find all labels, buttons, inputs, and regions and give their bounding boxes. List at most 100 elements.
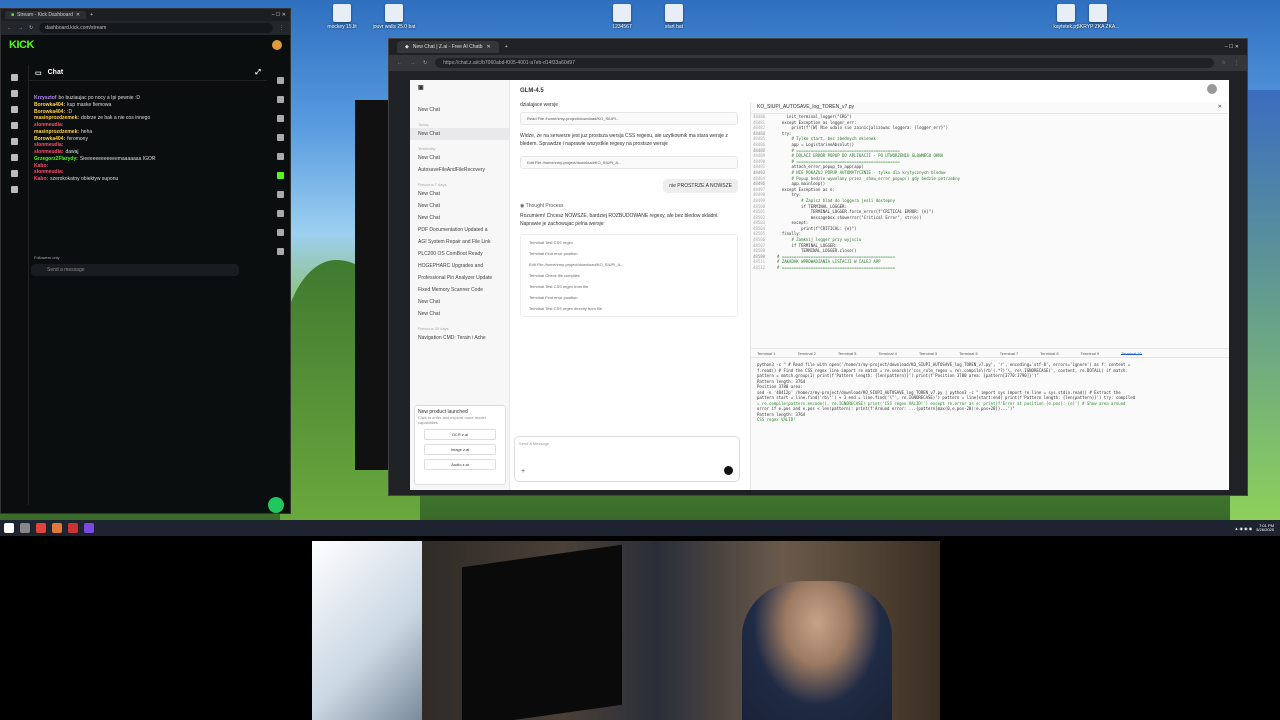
history-item[interactable]: Navigation CMD: Terain i Ache bbox=[410, 332, 509, 344]
window-controls[interactable]: – ☐ ✕ bbox=[1225, 44, 1239, 50]
code-editor[interactable]: 48480 init_terminal_logger("CRG") 48481 e… bbox=[751, 114, 1221, 350]
kick-dashboard-window[interactable]: ■ Stream - Kick Dashboard ✕ + – ☐ ✕ ← → ↻ da… bbox=[0, 8, 291, 514]
community-icon[interactable] bbox=[11, 170, 18, 177]
chat-username[interactable]: slonmeudia: bbox=[34, 142, 63, 148]
chat-username[interactable]: masinprozdzemek: bbox=[34, 129, 79, 135]
window-controls[interactable]: – ☐ ✕ bbox=[272, 12, 286, 18]
desktop-icon[interactable]: mockey 15.lit bbox=[320, 4, 364, 30]
thought-process-toggle[interactable]: ◉ Thought Process bbox=[520, 203, 738, 209]
kick-logo[interactable]: KICK bbox=[9, 39, 34, 51]
history-item[interactable]: PLC200 OS ComBoot Ready bbox=[410, 248, 509, 260]
new-tab-icon[interactable]: + bbox=[505, 44, 508, 50]
history-item[interactable]: AutosaveFileAndFileRecovery bbox=[410, 164, 509, 176]
monetize-icon[interactable] bbox=[11, 154, 18, 161]
analytics-icon[interactable] bbox=[11, 106, 18, 113]
attach-icon[interactable]: + bbox=[521, 468, 525, 475]
settings-icon[interactable] bbox=[11, 138, 18, 145]
terminal-tab[interactable]: Terminal 3 bbox=[838, 351, 856, 356]
avatar[interactable] bbox=[272, 40, 282, 50]
history-item[interactable]: Professional Pin Analyzer Update bbox=[410, 272, 509, 284]
home-icon[interactable] bbox=[11, 74, 18, 81]
history-item[interactable]: New Chat bbox=[410, 128, 509, 140]
info-icon[interactable] bbox=[276, 77, 284, 84]
app-icon[interactable] bbox=[68, 523, 78, 533]
forward-icon[interactable]: → bbox=[410, 60, 415, 66]
chat-username[interactable]: Borowka404: bbox=[34, 136, 65, 142]
tool-step[interactable]: Terminal Test CSS regex bbox=[525, 237, 733, 248]
stop-button[interactable] bbox=[724, 466, 733, 475]
terminal-tab[interactable]: Terminal 10 bbox=[1121, 351, 1142, 356]
read-file-step[interactable]: Read File /home/zmy-project/download/KO_… bbox=[520, 112, 738, 125]
chat-username[interactable]: Kabo: bbox=[34, 176, 48, 182]
ocr-button[interactable]: OCR z.ai bbox=[424, 429, 496, 440]
desktop-icon[interactable]: 1234567 bbox=[600, 4, 644, 30]
image-button[interactable]: Image z.ai bbox=[424, 444, 496, 455]
go-live-button[interactable] bbox=[268, 497, 284, 513]
model-name[interactable]: GLM-4.5 bbox=[520, 88, 544, 94]
back-icon[interactable]: ← bbox=[7, 25, 12, 31]
chat-username[interactable]: slonmeudia: bbox=[34, 169, 63, 175]
history-item[interactable]: New Chat bbox=[410, 212, 509, 224]
shield-icon[interactable] bbox=[276, 134, 284, 141]
terminal-tab[interactable]: Terminal 4 bbox=[878, 351, 896, 356]
tool-step[interactable]: Terminal Find error position bbox=[525, 248, 733, 259]
tool-step[interactable]: Terminal Test CSS regex from file bbox=[525, 281, 733, 292]
poll-icon[interactable] bbox=[276, 191, 284, 198]
browser-tab[interactable]: ◆ New Chat | Z.ai - Free AI Chatb ✕ bbox=[397, 41, 499, 53]
history-item[interactable]: New Chat bbox=[410, 152, 509, 164]
terminal-tab[interactable]: Terminal 9 bbox=[1081, 351, 1099, 356]
new-tab-icon[interactable]: + bbox=[90, 12, 93, 18]
start-icon[interactable] bbox=[4, 523, 14, 533]
obs-icon[interactable] bbox=[84, 523, 94, 533]
back-icon[interactable]: ← bbox=[397, 60, 402, 66]
history-item[interactable]: PDF Documentation Updated a bbox=[410, 224, 509, 236]
terminal-tab[interactable]: Terminal 8 bbox=[1040, 351, 1058, 356]
chat-toggle-icon[interactable] bbox=[276, 172, 284, 179]
terminal-output[interactable]: python3 -c " # Read file with open('/hom… bbox=[751, 358, 1221, 488]
chat-username[interactable]: Krzysztof bbox=[34, 95, 57, 101]
audio-button[interactable]: Audio z.ai bbox=[424, 459, 496, 470]
desktop-icon[interactable]: jouvr walls 25.0 bat bbox=[372, 4, 416, 30]
user-avatar[interactable] bbox=[1207, 84, 1217, 94]
zai-browser-window[interactable]: ◆ New Chat | Z.ai - Free AI Chatb ✕ + – ☐ … bbox=[388, 38, 1248, 496]
tool-step[interactable]: Terminal Test CSS regex directly from fi… bbox=[525, 303, 733, 314]
chat-username[interactable]: Borowka404: bbox=[34, 102, 65, 108]
chat-username[interactable]: slonmeudia: bbox=[34, 122, 63, 128]
tools-icon[interactable] bbox=[276, 248, 284, 255]
history-item[interactable]: HOGEPHARC Upgrades and bbox=[410, 260, 509, 272]
tool-step[interactable]: Terminal Check file compiles bbox=[525, 270, 733, 281]
kick-url-field[interactable]: dashboard.kick.com/stream bbox=[39, 23, 273, 33]
history-item[interactable]: New Chat bbox=[410, 308, 509, 320]
chat-username[interactable]: Grzegorz2Flarydy: bbox=[34, 156, 78, 162]
edit-icon[interactable] bbox=[276, 96, 284, 103]
terminal-tab[interactable]: Terminal 1 bbox=[757, 351, 775, 356]
stream-icon[interactable] bbox=[11, 90, 18, 97]
video-icon[interactable] bbox=[11, 186, 18, 193]
history-item[interactable]: New Chat bbox=[410, 188, 509, 200]
history-item[interactable]: New Chat bbox=[410, 200, 509, 212]
chat-username[interactable]: masinprozdzemek: bbox=[34, 115, 79, 121]
reload-icon[interactable]: ↻ bbox=[29, 25, 33, 31]
tool-step[interactable]: Terminal Find error position bbox=[525, 292, 733, 303]
chat-username[interactable]: Borowka404: bbox=[34, 109, 65, 115]
tool-step[interactable]: Edit File /home/zmy-project/download/KO_… bbox=[525, 259, 733, 270]
kick-tab[interactable]: ■ Stream - Kick Dashboard ✕ bbox=[5, 11, 87, 19]
close-icon[interactable]: ✕ bbox=[1218, 104, 1222, 111]
gift-icon[interactable] bbox=[276, 210, 284, 217]
mod-icon[interactable] bbox=[276, 115, 284, 122]
clock[interactable]: 7:01 PM 5/26/2025 bbox=[1256, 523, 1274, 533]
reload-icon[interactable]: ↻ bbox=[423, 60, 427, 66]
desktop-icon[interactable]: start bat bbox=[652, 4, 696, 30]
history-item[interactable]: AGI System Repair and File Link bbox=[410, 236, 509, 248]
history-item[interactable]: New Chat bbox=[410, 296, 509, 308]
tray-icons[interactable]: ▲ ◉ ◉ ◉ bbox=[1234, 526, 1252, 531]
trophy-icon[interactable] bbox=[11, 122, 18, 129]
extensions-icon[interactable]: ⋮ bbox=[279, 25, 284, 31]
browser-url-field[interactable]: https://chat.z.ai/c/b7060abd-f005-4001-a… bbox=[435, 58, 1214, 68]
bolt-icon[interactable] bbox=[276, 153, 284, 160]
terminal-tab[interactable]: Terminal 5 bbox=[919, 351, 937, 356]
menu-icon[interactable]: ⋮ bbox=[1234, 60, 1239, 66]
background-window[interactable] bbox=[355, 100, 391, 470]
chat-username[interactable]: slonmeudia: bbox=[34, 149, 63, 155]
star-icon[interactable]: ☆ bbox=[1222, 60, 1226, 66]
